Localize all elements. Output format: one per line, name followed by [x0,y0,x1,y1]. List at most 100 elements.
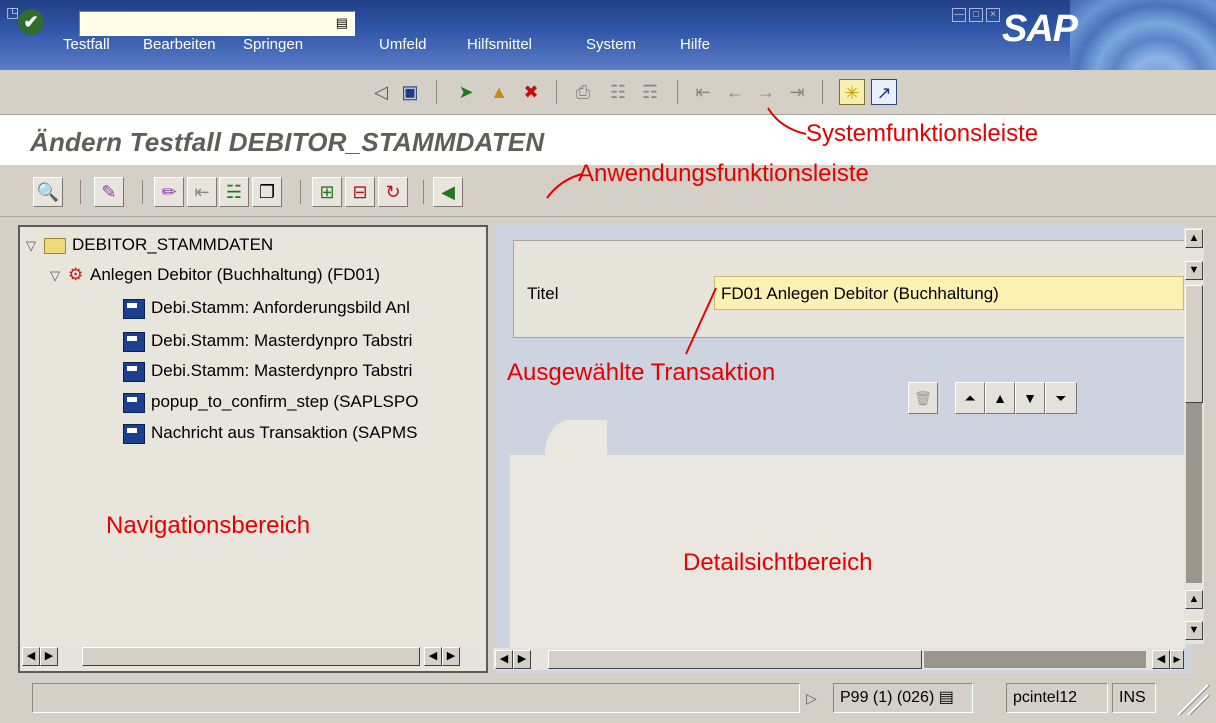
tree-transaction[interactable]: ▽ ⚙ Anlegen Debitor (Buchhaltung) (FD01) [50,265,470,285]
screen-step-icon [123,361,145,382]
cancel-icon[interactable]: ✖ [518,79,544,105]
annotation-navigation: Navigationsbereich [106,512,311,539]
status-system-label: P99 (1) (026) [840,689,935,706]
tree-step[interactable]: Debi.Stamm: Anforderungsbild Anl [123,298,483,319]
find-icon[interactable]: ☷ [605,79,631,105]
back-arrow-icon[interactable]: ◁ [368,79,394,105]
command-input[interactable] [80,12,328,35]
shortcut-icon[interactable]: ↗ [871,79,897,105]
collapse-icon[interactable]: ▽ [26,238,44,254]
resize-grip-icon[interactable] [1160,683,1210,715]
enter-icon[interactable]: ✔ [18,9,44,35]
navigation-panel [18,225,488,673]
tree-step[interactable]: Nachricht aus Transaktion (SAPMS [123,423,483,444]
annotation-system-toolbar: Systemfunktionsleiste [806,120,1039,147]
titel-label: Titel [527,284,559,303]
tree-step-label: popup_to_confirm_step (SAPLSPO [151,392,419,411]
find-next-icon[interactable]: ☶ [637,79,663,105]
scroll-thumb[interactable] [82,647,420,666]
scroll-up-icon[interactable]: ▲ [1185,590,1203,609]
first-icon[interactable]: ⏶ [955,382,985,414]
create-session-icon[interactable]: ✳ [839,79,865,105]
toolbar-separator [677,80,678,104]
scroll-left-icon[interactable]: ◀ [424,647,442,666]
maximize-icon[interactable]: □ [969,8,983,22]
print-icon[interactable]: ⎙ [570,79,596,105]
close-icon[interactable]: × [986,8,1000,22]
save-icon[interactable]: ▣ [397,79,423,105]
scroll-left-icon[interactable]: ◀ [1152,650,1170,669]
insert-icon[interactable]: ⇤ [187,177,217,207]
scroll-right-icon[interactable]: ▶ [1170,650,1184,669]
last-icon[interactable]: ⏷ [1045,382,1077,414]
scroll-down-icon[interactable]: ▼ [1185,621,1203,640]
add-step-icon[interactable]: ⊞ [312,177,342,207]
scroll-track [1186,403,1202,583]
toolbar-separator [436,80,437,104]
status-system: P99 (1) (026) ▤ [833,683,973,713]
scroll-right-icon[interactable]: ▶ [513,650,531,669]
scroll-left-icon[interactable]: ◀ [22,647,40,666]
tree-step[interactable]: popup_to_confirm_step (SAPLSPO [123,392,483,413]
system-menu-icon[interactable]: ◳ [6,4,19,21]
previous-page-icon[interactable]: ← [722,79,748,105]
tree-step[interactable]: Debi.Stamm: Masterdynpro Tabstri [123,361,483,382]
back-icon[interactable]: ➤ [453,79,479,105]
delete-icon[interactable]: 🗑 [908,382,938,414]
transaction-icon: ⚙ [68,265,84,284]
command-field[interactable]: ▤ [79,11,355,36]
status-expand-icon[interactable]: ▷ [806,690,817,707]
tree-root[interactable]: ▽ DEBITOR_STAMMDATEN [26,235,466,255]
scroll-track [924,651,1146,668]
next-page-icon[interactable]: → [753,79,779,105]
back-green-icon[interactable]: ◀ [433,177,463,207]
scroll-down-icon[interactable]: ▼ [1185,261,1203,280]
scroll-thumb[interactable] [548,650,922,669]
minimize-icon[interactable]: — [952,8,966,22]
status-mode: INS [1112,683,1156,713]
down-icon[interactable]: ▼ [1015,382,1045,414]
scroll-thumb[interactable] [1185,285,1203,403]
history-icon[interactable]: ▤ [336,15,348,31]
status-server: pcintel12 [1006,683,1108,713]
sap-logo: SAP [1002,8,1078,50]
tree-step-label: Debi.Stamm: Masterdynpro Tabstri [151,331,413,350]
first-page-icon[interactable]: ⇤ [690,79,716,105]
edit-icon[interactable]: ✎ [94,177,124,207]
tree-step-label: Debi.Stamm: Anforderungsbild Anl [151,298,410,317]
copy-icon[interactable]: ❐ [252,177,282,207]
menu-hilfsmittel[interactable]: Hilfsmittel [467,36,532,53]
scroll-left-icon[interactable]: ◀ [495,650,513,669]
structure-icon[interactable]: ☵ [219,177,249,207]
toolbar-separator [822,80,823,104]
tree-step[interactable]: Debi.Stamm: Masterdynpro Tabstri [123,331,483,352]
titel-field[interactable]: FD01 Anlegen Debitor (Buchhaltung) [714,276,1184,310]
change-step-icon[interactable]: ✏ [154,177,184,207]
status-message-area [32,683,800,713]
scroll-right-icon[interactable]: ▶ [40,647,58,666]
menu-system[interactable]: System [586,36,636,53]
toolbar-separator [142,180,143,204]
screen-step-icon [123,331,145,352]
menu-umfeld[interactable]: Umfeld [379,36,427,53]
scroll-up-icon[interactable]: ▲ [1185,229,1203,248]
scroll-right-icon[interactable]: ▶ [442,647,460,666]
last-page-icon[interactable]: ⇥ [784,79,810,105]
exit-icon[interactable]: ▲ [486,79,512,105]
remove-step-icon[interactable]: ⊟ [345,177,375,207]
replay-icon[interactable]: ↻ [378,177,408,207]
menu-springen[interactable]: Springen [243,36,303,53]
tab-header[interactable] [545,420,607,456]
menu-testfall[interactable]: Testfall [63,36,110,53]
collapse-icon[interactable]: ▽ [50,268,68,284]
tree-transaction-label: Anlegen Debitor (Buchhaltung) (FD01) [90,265,381,284]
toolbar-separator [556,80,557,104]
list-icon[interactable]: ▤ [939,689,954,706]
screen-step-icon [123,423,145,444]
up-icon[interactable]: ▲ [985,382,1015,414]
toolbar-separator [80,180,81,204]
menu-hilfe[interactable]: Hilfe [680,36,710,53]
display-icon[interactable]: 🔍 [33,177,63,207]
annotation-app-toolbar: Anwendungsfunktionsleiste [578,160,869,187]
menu-bearbeiten[interactable]: Bearbeiten [143,36,216,53]
